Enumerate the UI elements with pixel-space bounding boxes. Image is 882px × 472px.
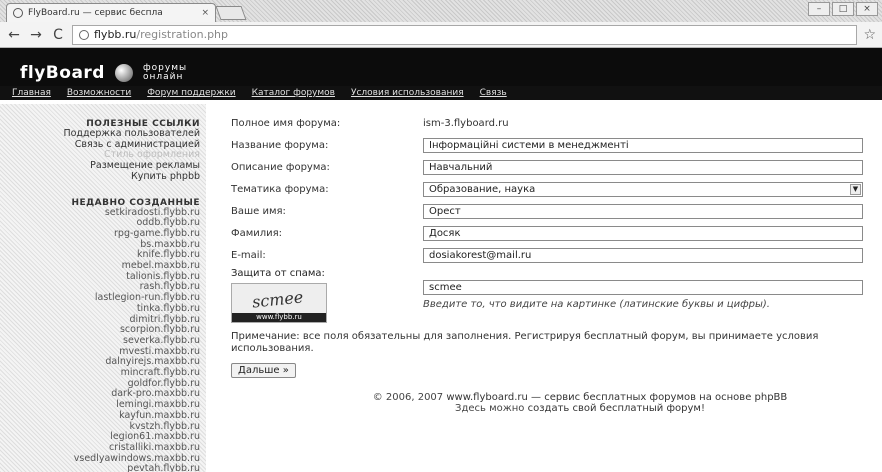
footer-line2-pre: Здесь можно <box>455 403 528 414</box>
captcha-right: scmee Введите то, что видите на картинке… <box>423 268 863 323</box>
surname-row: Фамилия: Досяк <box>231 222 871 244</box>
topic-select[interactable]: Образование, наука ▼ <box>423 181 863 197</box>
tagline-line-2: онлайн <box>142 72 184 82</box>
email-input[interactable]: dosiakorest@mail.ru <box>423 247 863 263</box>
browser-tabbar: FlyBoard.ru — сервис беспла × – □ × <box>0 0 882 22</box>
nav-catalog[interactable]: Каталог форумов <box>252 88 335 98</box>
forum-name-input[interactable]: Інформаційні системи в менеджменті <box>423 137 863 153</box>
nav-features[interactable]: Возможности <box>67 88 131 98</box>
browser-tab[interactable]: FlyBoard.ru — сервис беспла × <box>6 3 216 22</box>
sidebar-link-buy-phpbb[interactable]: Купить phpbb <box>0 171 200 183</box>
captcha-word: scmee <box>251 287 305 312</box>
browser-toolbar: ← → C flybb.ru/registration.php ☆ <box>0 22 882 48</box>
surname-label: Фамилия: <box>231 227 283 239</box>
logo-ball-icon <box>114 64 133 82</box>
sidebar: ПОЛЕЗНЫЕ ССЫЛКИ Поддержка пользователей … <box>0 104 206 472</box>
name-input[interactable]: Орест <box>423 203 863 219</box>
site-tagline: форумы онлайн <box>143 64 187 82</box>
description-row: Описание форума: Навчальний <box>231 156 871 178</box>
new-tab-button[interactable] <box>215 6 247 20</box>
captcha-row: Защита от спама: scmee www.flybb.ru scme… <box>231 268 871 323</box>
captcha-hint: Введите то, что видите на картинке (лати… <box>423 299 770 310</box>
footer-line2-post: ! <box>700 403 705 414</box>
email-row: E-mail: dosiakorest@mail.ru <box>231 244 871 266</box>
spam-protection-label: Защита от спама: <box>231 268 325 279</box>
back-button[interactable]: ← <box>6 27 22 43</box>
description-input[interactable]: Навчальний <box>423 159 863 175</box>
chevron-down-icon[interactable]: ▼ <box>850 183 861 195</box>
nav-contact[interactable]: Связь <box>480 88 507 98</box>
nav-terms[interactable]: Условия использования <box>351 88 464 98</box>
footer-copyright: © 2006, 2007 <box>372 392 444 403</box>
topic-row: Тематика форума: Образование, наука ▼ <box>231 178 871 200</box>
create-forum-link[interactable]: создать свой бесплатный форум <box>528 403 701 414</box>
topic-selected-value: Образование, наука <box>429 183 536 195</box>
recent-forum-link[interactable]: pevtah.flybb.ru <box>0 464 200 472</box>
captcha-image: scmee www.flybb.ru <box>231 283 327 323</box>
recent-forum-link[interactable]: kayfun.maxbb.ru <box>0 410 200 422</box>
captcha-input[interactable]: scmee <box>423 280 863 295</box>
recent-forum-link[interactable]: tinka.flybb.ru <box>0 303 200 315</box>
window-controls: – □ × <box>808 2 878 16</box>
page-icon <box>79 29 89 40</box>
captcha-strip: www.flybb.ru <box>232 313 326 322</box>
footer-site-link[interactable]: www.flyboard.ru — сервис бесплатных фору… <box>446 392 787 403</box>
bookmark-star-icon[interactable]: ☆ <box>863 27 876 43</box>
form-note: Примечание: все поля обязательны для зап… <box>231 331 831 355</box>
nav-home[interactable]: Главная <box>12 88 51 98</box>
forward-button[interactable]: → <box>28 27 44 43</box>
url-host: flybb.ru <box>94 28 137 41</box>
surname-input[interactable]: Досяк <box>423 225 863 241</box>
note-text: Примечание: все поля обязательны для зап… <box>231 331 777 342</box>
minimize-button[interactable]: – <box>808 2 830 16</box>
forum-name-label: Название форума: <box>231 139 329 151</box>
page-footer: © 2006, 2007 www.flyboard.ru — сервис бе… <box>300 392 860 414</box>
favicon-icon <box>13 8 23 18</box>
full-name-row: Полное имя форума: ism-3.flyboard.ru <box>231 112 871 134</box>
next-button[interactable]: Дальше » <box>231 363 296 378</box>
address-bar[interactable]: flybb.ru/registration.php <box>72 24 858 45</box>
close-window-button[interactable]: × <box>856 2 878 16</box>
site-nav: Главная Возможности Форум поддержки Ката… <box>0 86 882 100</box>
captcha-left: Защита от спама: scmee www.flybb.ru <box>231 268 423 323</box>
maximize-button[interactable]: □ <box>832 2 854 16</box>
reload-button[interactable]: C <box>50 27 66 43</box>
note-end: . <box>310 343 314 354</box>
url-path: /registration.php <box>136 28 229 41</box>
name-label: Ваше имя: <box>231 205 286 217</box>
site-logo[interactable]: flyBoard <box>20 63 105 83</box>
email-label: E-mail: <box>231 249 266 261</box>
full-name-label: Полное имя форума: <box>231 117 341 129</box>
full-name-value: ism-3.flyboard.ru <box>423 117 509 129</box>
nav-support-forum[interactable]: Форум поддержки <box>147 88 235 98</box>
name-row: Ваше имя: Орест <box>231 200 871 222</box>
registration-form: Полное имя форума: ism-3.flyboard.ru Наз… <box>231 112 871 378</box>
description-label: Описание форума: <box>231 161 330 173</box>
recent-forums-list: setkiradosti.flybb.ru oddb.flybb.ru rpg-ga… <box>0 207 200 472</box>
forum-name-row: Название форума: Інформаційні системи в … <box>231 134 871 156</box>
tab-close-icon[interactable]: × <box>201 8 209 18</box>
tab-title: FlyBoard.ru — сервис беспла <box>28 8 163 18</box>
topic-label: Тематика форума: <box>231 183 329 195</box>
